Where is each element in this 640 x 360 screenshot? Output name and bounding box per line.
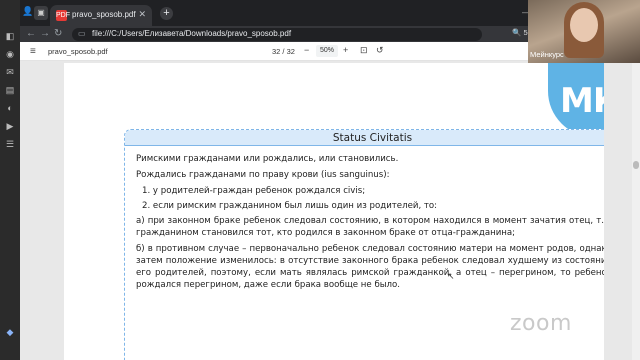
pdf-favicon-icon: PDF <box>56 10 70 21</box>
sidebar-app-icon[interactable]: ◐ <box>4 102 16 114</box>
page-indicator[interactable]: 32 / 32 <box>272 47 295 56</box>
sidebar-app-icon[interactable]: ▶ <box>4 120 16 132</box>
reload-icon[interactable]: ↻ <box>54 28 62 39</box>
file-icon: ▭ <box>78 29 86 38</box>
participant-name: Мейнкурс <box>530 50 564 59</box>
paragraph: Римскими гражданами или рождались, или с… <box>136 154 399 164</box>
sidebar-app-icon[interactable]: ✉ <box>4 66 16 78</box>
forward-icon[interactable]: → <box>40 28 50 39</box>
tab-pdf[interactable]: PDF pravo_sposob.pdf ✕ <box>50 5 152 26</box>
sidebar-app-icon[interactable]: ▤ <box>4 84 16 96</box>
tab-title: pravo_sposob.pdf <box>72 10 136 19</box>
zoom-watermark: zoom <box>510 311 572 336</box>
sidebar-assistant-icon[interactable]: ◆ <box>4 326 16 338</box>
card-title: Status Civitatis <box>332 132 413 144</box>
logo-text: МК <box>560 81 604 121</box>
sidebar-app-icon[interactable]: ◉ <box>4 48 16 60</box>
sidebar-app-icon[interactable]: ◧ <box>4 30 16 42</box>
scroll-thumb[interactable] <box>633 161 639 169</box>
card-header: Status Civitatis <box>125 130 604 146</box>
profile-icon[interactable]: 👤 <box>22 6 34 18</box>
sidebar-app-icon[interactable]: ☰ <box>4 138 16 150</box>
tab-search-icon[interactable]: ▣ <box>34 6 48 20</box>
close-tab-icon[interactable]: ✕ <box>138 9 146 20</box>
fit-page-icon[interactable]: ⊡ <box>360 45 368 56</box>
mouse-cursor-icon: ↖ <box>447 271 455 281</box>
zoom-value-field[interactable]: 50% <box>316 45 338 57</box>
list-item: 1. у родителей-граждан ребенок рождался … <box>142 186 366 196</box>
menu-icon[interactable]: ≡ <box>30 46 36 57</box>
zoom-in-button[interactable]: + <box>343 45 348 55</box>
paragraph: а) при законном браке ребенок следовал с… <box>136 216 604 238</box>
pdf-viewport[interactable]: МК Status Civitatis Римскими гражданами … <box>20 61 640 360</box>
participant-face <box>570 8 598 42</box>
paragraph: б) в противном случае – первоначально ре… <box>136 244 604 290</box>
webcam-overlay: Мейнкурс <box>528 0 640 63</box>
url-field[interactable]: ▭ file:///C:/Users/Елизавета/Downloads/p… <box>72 28 482 41</box>
pdf-file-name: pravo_sposob.pdf <box>48 47 108 56</box>
url-text: file:///C:/Users/Елизавета/Downloads/pra… <box>92 29 292 38</box>
rotate-icon[interactable]: ↺ <box>376 45 384 56</box>
scrollbar[interactable] <box>632 61 640 360</box>
list-item: 2. если римским гражданином был лишь оди… <box>142 201 438 211</box>
card-body: Римскими гражданами или рождались, или с… <box>136 153 604 295</box>
app-sidebar: ◧ ◉ ✉ ▤ ◐ ▶ ☰ ◆ <box>0 0 20 360</box>
back-icon[interactable]: ← <box>26 28 36 39</box>
paragraph: Рождались гражданами по праву крови (ius… <box>136 170 390 180</box>
zoom-out-button[interactable]: − <box>304 45 309 55</box>
new-tab-button[interactable]: + <box>160 7 173 20</box>
